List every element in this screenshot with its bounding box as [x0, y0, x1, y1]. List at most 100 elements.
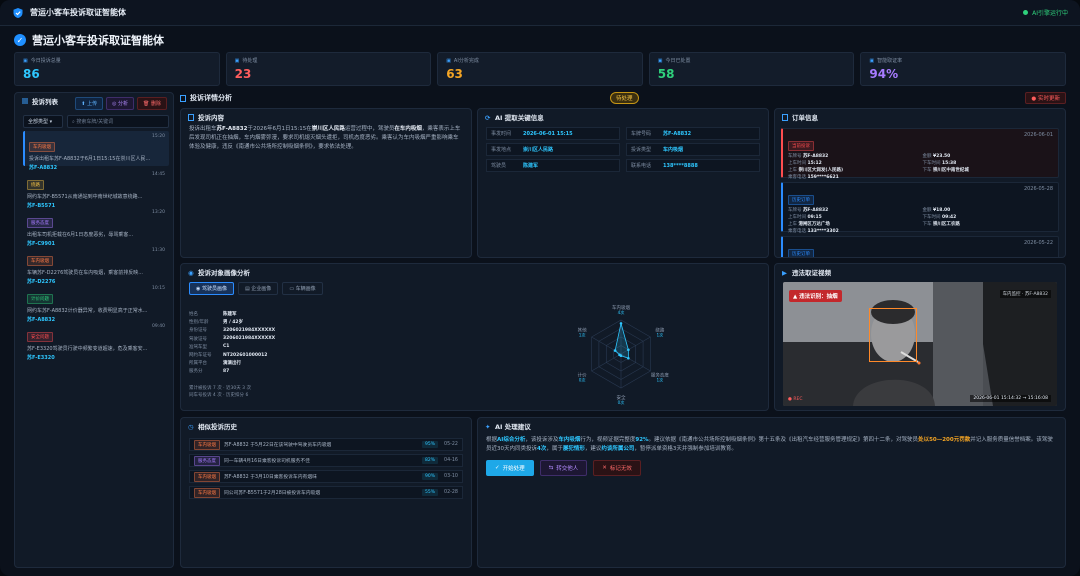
- info-field: 车牌号码 苏F-A8832: [626, 127, 760, 140]
- order-field: 乘客电话 133****3302: [788, 228, 919, 234]
- similar-type-tag: 车内吸烟: [194, 439, 220, 450]
- info-key: 车牌号码: [631, 131, 652, 137]
- profile-key: 身份证号: [189, 328, 207, 334]
- similar-item[interactable]: 服务态度 同一车辆4月16日乘客投诉司机服务不佳 82% 04-16: [189, 454, 463, 467]
- profile-row: 准驾车型 C1: [189, 343, 309, 351]
- order-date: 2026-06-01: [1023, 132, 1053, 138]
- list-item[interactable]: 绕路 14:45 网约车苏F-B5571从南通站到中南世纪城故意绕路... 苏F-B5…: [23, 169, 169, 209]
- video-title: 违法取证视频: [792, 269, 831, 277]
- order-field: 乘客电话 159****6621: [788, 174, 919, 180]
- list-item[interactable]: 计价问题 10:15 网约车苏F-A8832计价器异常，收费明显高于正常水... 苏F…: [23, 283, 169, 323]
- stat-label-text: AI分析完成: [453, 58, 479, 64]
- order-field: 上车时间 15:12: [788, 160, 919, 166]
- complaint-content-panel: 投诉内容 投诉出租车苏F-A8832于2026年6月1日15:15在崇川区人民路…: [180, 108, 472, 258]
- order-field: 上车 崇川区大润发(人民路): [788, 167, 919, 173]
- start-process-label: 开始处理: [502, 466, 525, 472]
- chat-icon: ▣: [23, 57, 28, 64]
- analyze-button[interactable]: ◎ 分析: [106, 97, 135, 110]
- order-card[interactable]: 当前投诉 2026-06-01 车牌号 苏F-A8832 金额 ¥23.50 上车时间 …: [781, 128, 1059, 180]
- engine-status: AI引擎运行中: [1023, 8, 1068, 17]
- rec-text: REC: [793, 397, 803, 402]
- sg-h6: 屡犯情形: [562, 446, 585, 452]
- item-plate: 苏F-E3320: [27, 355, 55, 361]
- similar-text: 苏F-A8832 于3月10日乘客投诉车内有烟味: [224, 475, 317, 480]
- stats-row: ▣ 今日投诉总量 86 ▣ 待处理 23 ▣ AI分析完成 63 ▣ 今日已处置 58 ▣ 智能取证率 94…: [14, 52, 1066, 86]
- similar-text: 同一车辆4月16日乘客投诉司机服务不佳: [224, 459, 310, 464]
- video-icon: ▶: [782, 269, 787, 277]
- similar-item[interactable]: 车内吸烟 同公司苏F-B5571于2月28日被投诉车内吸烟 55% 02-28: [189, 486, 463, 499]
- item-time: 14:45: [152, 172, 165, 177]
- check-circle-icon: ✓: [14, 34, 26, 46]
- video-timestamp: 2026-06-01 15:14:32 → 15:16:08: [970, 395, 1051, 402]
- list-item[interactable]: 服务态度 13:20 出租车司机拒载在6月1日态度恶劣，辱骂乘客... 苏F-C990…: [23, 207, 169, 247]
- mark-invalid-button[interactable]: ✕ 标记无效: [593, 460, 641, 476]
- target-icon: ◉: [188, 269, 194, 277]
- sg-t6: ，属于: [546, 446, 563, 452]
- complaint-type-tag: 服务态度: [27, 218, 53, 228]
- tab-portrait[interactable]: ◉ 驾驶员画像: [189, 282, 234, 295]
- order-field-label: 上车: [788, 168, 797, 173]
- similar-date: 05-22: [444, 442, 458, 447]
- start-process-button[interactable]: ✓ 开始处理: [486, 460, 534, 476]
- live-update-button[interactable]: ● 实时更新: [1025, 92, 1066, 104]
- order-title: 订单信息: [792, 114, 818, 122]
- violation-badge-text: 违法识别：抽烟: [799, 294, 838, 300]
- check-icon: ▣: [657, 57, 663, 64]
- order-field: 金额 ¥18.00: [923, 207, 1054, 213]
- delete-button[interactable]: 🗑 删除: [137, 97, 167, 110]
- tab-label: 车辆画像: [295, 286, 316, 292]
- type-select[interactable]: 全部类型 ▾: [23, 115, 63, 128]
- order-header: 订单信息: [775, 109, 1065, 125]
- violation-badge: ▲ 违法识别：抽烟: [789, 290, 842, 302]
- order-field-value: 09:42: [941, 215, 957, 220]
- info-field: 驾驶员 陈建军: [486, 159, 620, 172]
- tab-portrait[interactable]: ▭ 车辆画像: [282, 282, 323, 295]
- search-input[interactable]: ⌕ 搜索车牌/关键词: [67, 115, 169, 128]
- order-field-value: 15:38: [941, 161, 957, 166]
- list-item[interactable]: 车内吸烟 11:30 车辆苏F-D2276驾驶员在车内吸烟，乘客前排反映... 苏F-…: [23, 245, 169, 285]
- order-field-label: 上车时间: [788, 161, 806, 166]
- order-field-label: 上车: [788, 222, 797, 227]
- profile-notes: 累计被投诉 7 次 · 近30天 3 次 同车号投诉 4 次 · 历史扣分 6: [189, 385, 251, 399]
- list-item[interactable]: 安全问题 09:40 苏F-E3320驾驶员行驶中频繁变道超速，危及乘客安... 苏F…: [23, 321, 169, 361]
- evidence-video[interactable]: ▲ 违法识别：抽烟 车内监控 · 苏F-A8832 ● REC 2026-06-…: [783, 282, 1057, 406]
- similar-item[interactable]: 车内吸烟 苏F-A8832 于5月22日在该驾驶中驾驶员车内吸烟 95% 05-22: [189, 438, 463, 451]
- similar-date: 03-10: [444, 474, 458, 479]
- order-field-label: 下车时间: [922, 161, 941, 166]
- order-field-value: ¥23.50: [932, 154, 951, 159]
- content-plate: 苏F-A8832: [216, 126, 248, 132]
- transfer-button[interactable]: ⇆ 转交他人: [539, 460, 588, 476]
- order-field: 下车时间 15:38: [923, 160, 1054, 166]
- radar-point: [627, 356, 630, 360]
- info-field: 事发地点 崇川区人民路: [486, 143, 620, 156]
- order-field: 车牌号 苏F-A8832: [788, 207, 919, 213]
- similar-item[interactable]: 车内吸烟 苏F-A8832 于3月10日乘客投诉车内有烟味 90% 03-10: [189, 470, 463, 483]
- stat-card: ▣ 今日投诉总量 86: [14, 52, 220, 86]
- similar-list: 车内吸烟 苏F-A8832 于5月22日在该驾驶中驾驶员车内吸烟 95% 05-22 服…: [181, 438, 471, 499]
- radar-count-label: 4次: [618, 309, 626, 316]
- upload-button[interactable]: ⬆ 上传: [75, 97, 104, 110]
- info-field: 投诉类型 车内吸烟: [626, 143, 760, 156]
- driver-profile-table: 姓名 陈建军 性别/年龄男 / 42岁 身份证号 3206021984XXXXXX 驾驶证…: [189, 310, 309, 376]
- order-field: 上车 港闸区万达广场: [788, 221, 919, 227]
- info-value: 138****8888: [663, 162, 698, 169]
- item-text: 出租车司机拒载在6月1日态度恶劣，辱骂乘客...: [27, 232, 134, 238]
- sg-h2: 车内吸烟: [558, 437, 581, 443]
- order-field-label: 下车: [922, 168, 932, 173]
- clock-icon: ▣: [234, 57, 240, 64]
- radar-point: [627, 348, 630, 352]
- ai-info-header: ⟳ AI 提取关键信息: [478, 109, 768, 125]
- order-field-label: 乘客电话: [788, 229, 806, 234]
- suggest-title: AI 处理建议: [495, 423, 531, 431]
- order-card[interactable]: 历史订单 2026-05-28 车牌号 苏F-A8832 金额 ¥18.00 上车时间 …: [781, 182, 1059, 234]
- detail-title-text: 投诉详情分析: [190, 94, 232, 102]
- profile-key: 服务分: [189, 369, 203, 375]
- list-item[interactable]: 车内吸烟 15:20 投诉出租车苏F-A8832于6月1日15:15在崇川区人民..…: [23, 131, 169, 171]
- similar-type-tag: 车内吸烟: [194, 487, 220, 498]
- order-field-value: 09:15: [807, 215, 822, 220]
- similar-type-tag: 车内吸烟: [194, 471, 220, 482]
- order-field-value: 133****3302: [807, 229, 839, 234]
- tab-portrait[interactable]: ▤ 企业画像: [237, 282, 279, 295]
- order-card[interactable]: 历史订单2026-05-22车牌号 苏F-A8832金额 ¥31.20: [781, 236, 1059, 257]
- order-field-label: 车牌号: [788, 154, 802, 159]
